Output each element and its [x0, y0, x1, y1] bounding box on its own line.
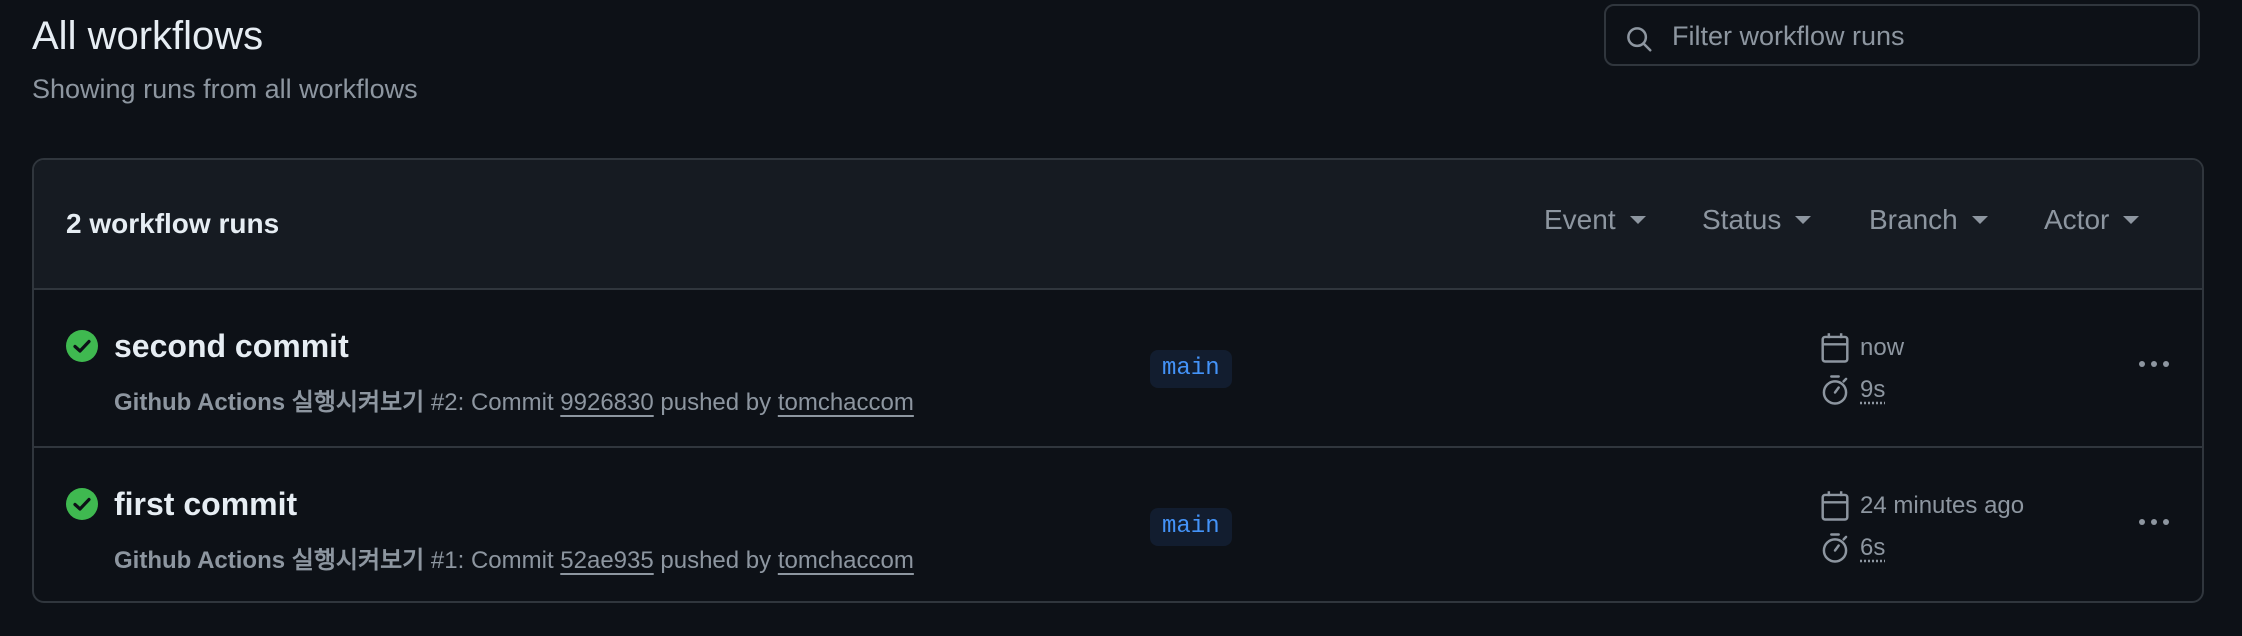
run-title-link[interactable]: first commit [114, 486, 297, 523]
run-duration: 9s [1820, 374, 1885, 406]
run-duration-text: 6s [1860, 534, 1886, 561]
run-options-button[interactable] [2130, 344, 2178, 384]
run-number-text: #1: Commit [424, 547, 561, 574]
branch-label[interactable]: main [1150, 508, 1232, 546]
event-filter-label: Event [1544, 204, 1616, 235]
workflow-runs-box: 2 workflow runs Event Status Branch Acto… [32, 158, 2204, 603]
workflow-run-row: first commit Github Actions 실행시켜보기 #1: C… [34, 446, 2202, 601]
search-icon [1627, 27, 1652, 52]
run-time: 24 minutes ago [1820, 490, 2024, 522]
stopwatch-icon [1822, 375, 1848, 405]
actor-link[interactable]: tomchaccom [778, 389, 914, 416]
page-subtitle: Showing runs from all workflows [32, 74, 418, 104]
status-filter-menu[interactable]: Status [1702, 204, 1812, 236]
run-title-link[interactable]: second commit [114, 328, 349, 365]
calendar-icon [1821, 333, 1849, 363]
kebab-dot [2163, 361, 2169, 367]
workflow-run-count: 2 workflow runs [66, 208, 280, 239]
workflow-name: Github Actions 실행시켜보기 [114, 547, 425, 574]
caret-down-icon [1971, 216, 1988, 224]
branch-label[interactable]: main [1150, 350, 1232, 388]
caret-down-icon [2123, 216, 2140, 224]
pushed-by-text: pushed by [653, 547, 778, 574]
check-circle-icon [66, 330, 98, 362]
run-meta: Github Actions 실행시켜보기 #2: Commit 9926830… [114, 382, 914, 417]
actor-filter-menu[interactable]: Actor [2044, 204, 2140, 236]
kebab-dot [2151, 361, 2157, 367]
commit-link[interactable]: 9926830 [560, 389, 653, 416]
pushed-by-text: pushed by [653, 389, 778, 416]
caret-down-icon [1629, 216, 1646, 224]
run-duration-text: 9s [1860, 376, 1886, 403]
run-number-text: #2: Commit [424, 389, 561, 416]
caret-down-icon [1795, 216, 1812, 224]
run-duration: 6s [1820, 532, 1885, 564]
filter-workflow-runs-input[interactable] [1670, 6, 2194, 66]
workflow-run-row: second commit Github Actions 실행시켜보기 #2: … [34, 290, 2202, 446]
branch-filter-label: Branch [1869, 204, 1958, 235]
filter-workflow-runs-field[interactable] [1604, 4, 2200, 66]
run-meta: Github Actions 실행시켜보기 #1: Commit 52ae935… [114, 540, 914, 575]
actor-link[interactable]: tomchaccom [778, 547, 914, 574]
kebab-dot [2151, 519, 2157, 525]
run-time: now [1820, 332, 1904, 364]
run-time-text: now [1860, 334, 1905, 361]
kebab-dot [2139, 361, 2145, 367]
run-options-button[interactable] [2130, 502, 2178, 542]
workflow-name: Github Actions 실행시켜보기 [114, 389, 425, 416]
status-filter-label: Status [1702, 204, 1782, 235]
check-circle-icon [66, 488, 98, 520]
workflow-runs-header: 2 workflow runs Event Status Branch Acto… [34, 160, 2202, 290]
run-time-text: 24 minutes ago [1860, 492, 2025, 519]
commit-link[interactable]: 52ae935 [560, 547, 653, 574]
stopwatch-icon [1822, 533, 1848, 563]
actor-filter-label: Actor [2044, 204, 2110, 235]
page-title: All workflows [32, 14, 264, 58]
branch-filter-menu[interactable]: Branch [1869, 204, 1988, 236]
kebab-dot [2139, 519, 2145, 525]
event-filter-menu[interactable]: Event [1544, 204, 1646, 236]
kebab-dot [2163, 519, 2169, 525]
calendar-icon [1821, 491, 1849, 521]
